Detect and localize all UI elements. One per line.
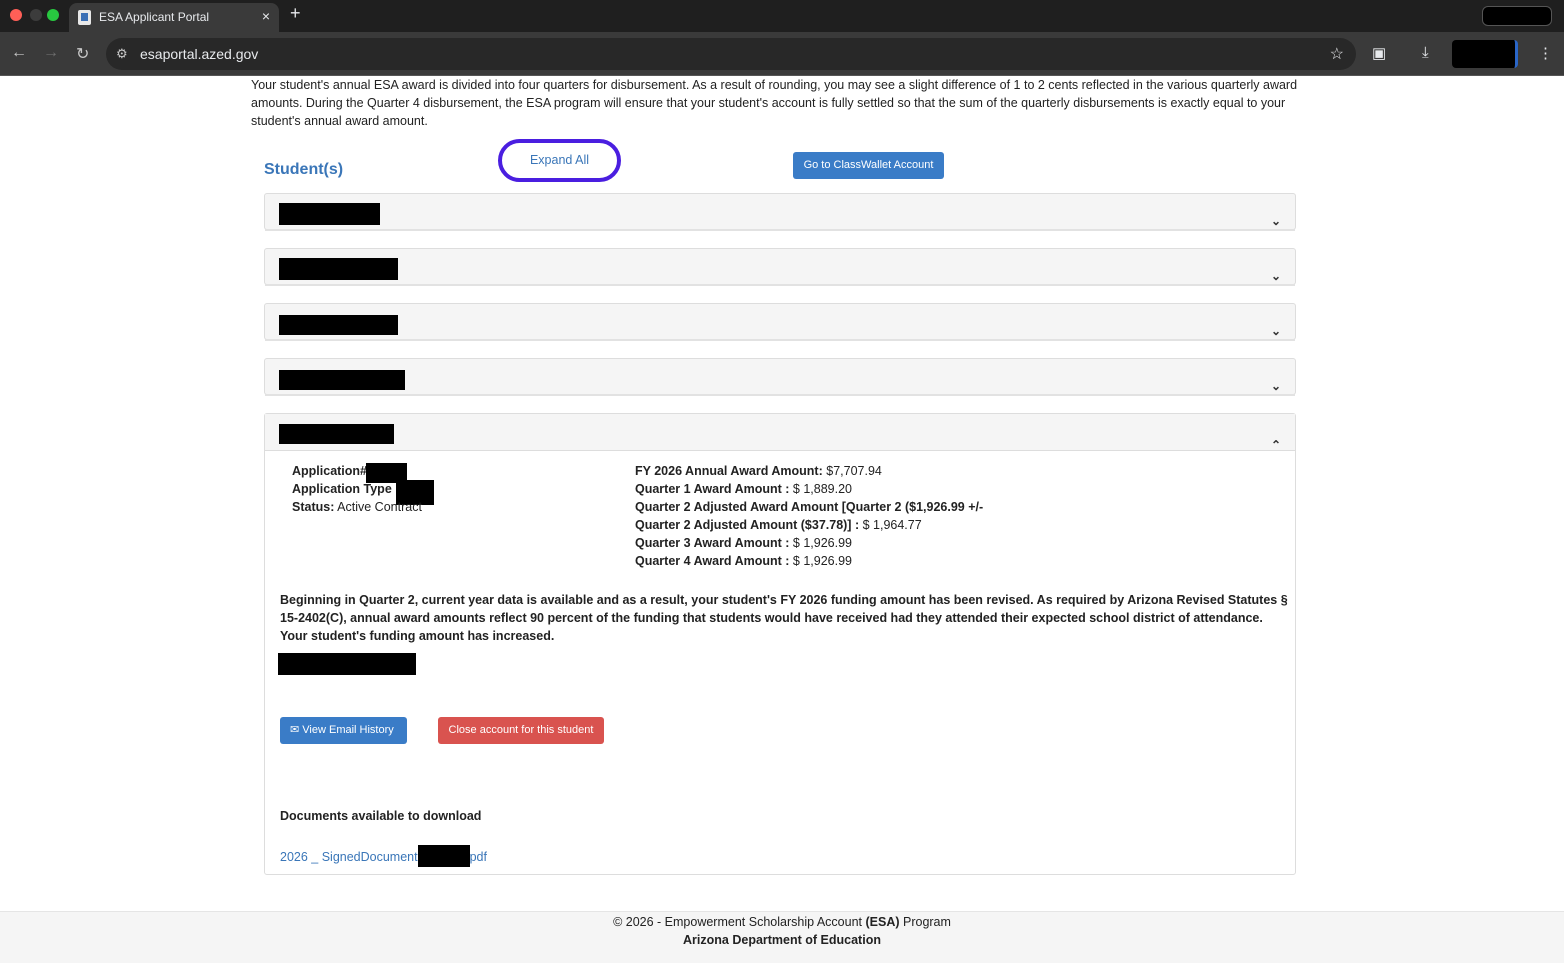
q2-adjusted-label-line1: Quarter 2 Adjusted Award Amount [Quarter… xyxy=(635,500,984,514)
google-lens-icon[interactable]: ▣ xyxy=(1372,44,1386,62)
redacted-extension-badge[interactable] xyxy=(1452,40,1518,68)
application-type-label: Application Type xyxy=(292,482,392,496)
reload-icon[interactable]: ↻ xyxy=(76,44,89,64)
q4-award-value: $ 1,926.99 xyxy=(792,554,852,568)
chevron-up-icon[interactable]: ⌃ xyxy=(1271,438,1281,452)
application-type-row: Application Type xyxy=(292,482,392,496)
footer-copyright: © 2026 - Empowerment Scholarship Account… xyxy=(0,915,1564,929)
redacted-student-name xyxy=(279,370,405,390)
view-email-history-label: View Email History xyxy=(302,724,394,736)
documents-heading: Documents available to download xyxy=(280,809,482,823)
redacted-student-detail xyxy=(278,653,416,675)
new-tab-icon[interactable]: + xyxy=(290,3,301,24)
browser-toolbar: ← → ↻ ⚙ esaportal.azed.gov ☆ ▣ ⤓ ⋮ xyxy=(0,32,1564,76)
classwallet-account-button[interactable]: Go to ClassWallet Account xyxy=(793,152,944,179)
window-minimize-icon[interactable] xyxy=(30,9,42,21)
student-accordion-4[interactable]: ⌄ xyxy=(264,358,1296,396)
student-accordion-3[interactable]: ⌄ xyxy=(264,303,1296,341)
tab-title: ESA Applicant Portal xyxy=(99,10,210,24)
chevron-down-icon[interactable]: ⌄ xyxy=(1271,269,1281,283)
redacted-student-name xyxy=(279,258,398,280)
back-arrow-icon[interactable]: ← xyxy=(11,44,27,62)
browser-tab-bar: ESA Applicant Portal × + xyxy=(0,0,1564,32)
view-email-history-button[interactable]: ✉ View Email History xyxy=(280,717,407,744)
close-account-button[interactable]: Close account for this student xyxy=(438,717,604,744)
status-row: Status: Active Contract xyxy=(292,500,422,514)
tab-close-icon[interactable]: × xyxy=(262,8,270,24)
footer-department: Arizona Department of Education xyxy=(683,933,881,947)
q2-adjusted-row-line2: Quarter 2 Adjusted Amount ($37.78)] : $ … xyxy=(635,518,922,532)
fy-award-row: FY 2026 Annual Award Amount: $7,707.94 xyxy=(635,464,882,478)
redacted-student-name xyxy=(279,315,398,335)
q1-award-value: $ 1,889.20 xyxy=(792,482,852,496)
student-accordion-5-expanded: ⌃ Application# Application Type Status: … xyxy=(264,413,1296,875)
forward-arrow-icon[interactable]: → xyxy=(43,44,59,62)
q1-award-label: Quarter 1 Award Amount : xyxy=(635,482,790,496)
expand-all-button[interactable]: Expand All xyxy=(498,139,621,182)
page-favicon-icon xyxy=(78,10,91,25)
footer-esa-bold: (ESA) xyxy=(865,915,900,929)
footer-copyright-prefix: © 2026 - Empowerment Scholarship Account xyxy=(613,915,866,929)
redacted-student-name xyxy=(279,203,380,225)
bookmark-star-icon[interactable]: ☆ xyxy=(1330,44,1344,64)
application-number-label: Application# xyxy=(292,464,368,478)
student-accordion-1[interactable]: ⌄ xyxy=(264,193,1296,231)
students-heading: Student(s) xyxy=(264,161,344,178)
funding-revision-notice: Beginning in Quarter 2, current year dat… xyxy=(280,593,1288,643)
chevron-down-icon[interactable]: ⌄ xyxy=(1271,214,1281,228)
disbursement-intro-text: Your student's annual ESA award is divid… xyxy=(251,78,1298,128)
chevron-down-icon[interactable]: ⌄ xyxy=(1271,324,1281,338)
student-accordion-5-header[interactable]: ⌃ xyxy=(265,414,1295,452)
q2-adjusted-row-line1: Quarter 2 Adjusted Award Amount [Quarter… xyxy=(635,500,983,514)
redacted-document-name xyxy=(417,845,470,867)
doc-link-suffix[interactable]: pdf xyxy=(470,850,487,864)
redacted-student-name xyxy=(279,424,394,444)
chevron-down-icon[interactable]: ⌄ xyxy=(1271,379,1281,393)
window-close-icon[interactable] xyxy=(10,9,22,21)
q1-award-row: Quarter 1 Award Amount : $ 1,889.20 xyxy=(635,482,852,496)
student-accordion-2[interactable]: ⌄ xyxy=(264,248,1296,286)
site-settings-icon[interactable]: ⚙ xyxy=(116,46,128,62)
application-number-row: Application# xyxy=(292,464,367,478)
window-zoom-icon[interactable] xyxy=(47,9,59,21)
q3-award-value: $ 1,926.99 xyxy=(792,536,852,550)
q3-award-row: Quarter 3 Award Amount : $ 1,926.99 xyxy=(635,536,852,550)
signed-document-link[interactable]: 2026 _ SignedDocument pdf xyxy=(280,845,487,867)
q3-award-label: Quarter 3 Award Amount : xyxy=(635,536,790,550)
page-footer: © 2026 - Empowerment Scholarship Account… xyxy=(0,911,1564,963)
url-text[interactable]: esaportal.azed.gov xyxy=(140,46,258,62)
q4-award-label: Quarter 4 Award Amount : xyxy=(635,554,790,568)
footer-copyright-suffix: Program xyxy=(899,915,951,929)
q4-award-row: Quarter 4 Award Amount : $ 1,926.99 xyxy=(635,554,852,568)
download-icon[interactable]: ⤓ xyxy=(1422,44,1429,61)
envelope-icon: ✉ xyxy=(290,724,300,736)
address-bar[interactable]: ⚙ esaportal.azed.gov ☆ xyxy=(106,38,1356,70)
fy-award-value: $7,707.94 xyxy=(826,464,882,478)
status-label: Status: xyxy=(292,500,335,514)
more-menu-icon[interactable]: ⋮ xyxy=(1538,44,1553,62)
browser-tab[interactable]: ESA Applicant Portal × xyxy=(69,3,279,32)
redacted-profile-badge[interactable] xyxy=(1482,6,1552,26)
status-value: Active Contract xyxy=(337,500,422,514)
fy-award-label: FY 2026 Annual Award Amount: xyxy=(635,464,823,478)
doc-link-prefix[interactable]: 2026 _ SignedDocument xyxy=(280,850,418,864)
q2-adjusted-value: $ 1,964.77 xyxy=(862,518,922,532)
q2-adjusted-label-line2: Quarter 2 Adjusted Amount ($37.78)] : xyxy=(635,518,860,532)
